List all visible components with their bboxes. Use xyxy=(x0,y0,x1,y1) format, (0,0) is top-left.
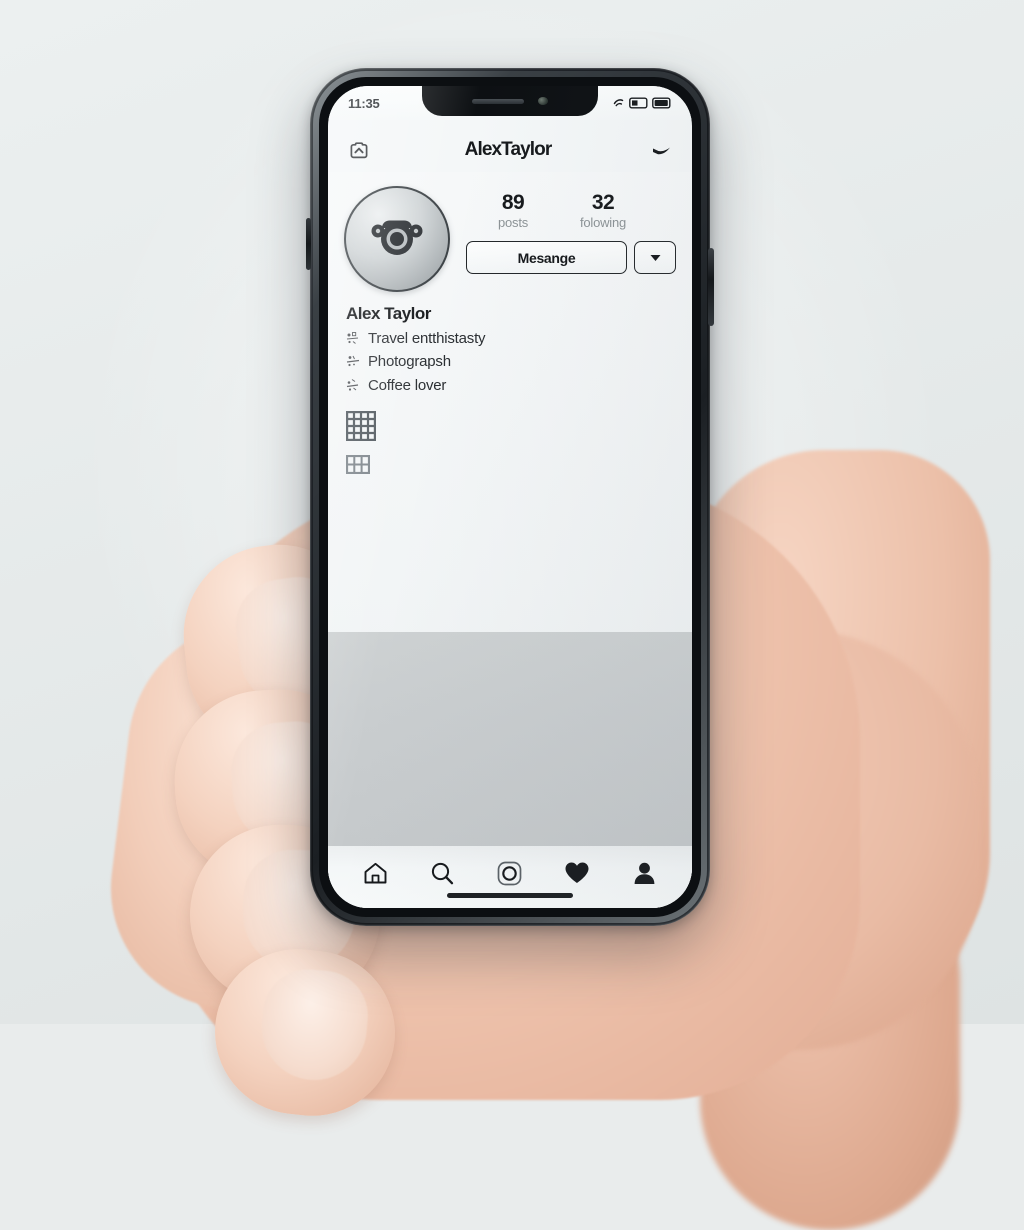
bio-line-text: Coffee lover xyxy=(368,376,447,394)
sparkle-glyph-icon xyxy=(346,354,361,369)
bottom-navigation xyxy=(328,846,692,908)
stat-posts-number: 89 xyxy=(501,191,525,214)
home-indicator-bar[interactable] xyxy=(447,893,573,898)
avatar[interactable] xyxy=(344,186,450,292)
wifi-icon xyxy=(613,97,626,110)
home-icon xyxy=(364,862,387,883)
bio-line-text: Travel entthistasty xyxy=(368,330,486,347)
nav-reels[interactable] xyxy=(488,856,532,890)
scene: 11:35 AlexTaylor 89 posts 32 folowing Me… xyxy=(0,0,1024,1230)
grid-4x4-icon xyxy=(346,410,376,441)
badge-chevron-up-icon[interactable] xyxy=(346,137,372,163)
stats-row: 89 posts 32 folowing xyxy=(464,191,676,231)
app-header: AlexTaylor xyxy=(328,128,692,172)
grid-3x2-icon xyxy=(346,454,370,474)
more-options-button[interactable] xyxy=(634,241,676,275)
power-button[interactable] xyxy=(708,248,714,326)
profile-person-icon xyxy=(634,862,655,884)
stat-following[interactable]: 32 folowing xyxy=(572,191,634,231)
action-buttons-row: Mesange xyxy=(464,241,676,275)
battery-outline-icon xyxy=(629,97,649,109)
earpiece-speaker-icon xyxy=(472,98,524,104)
hand-palm-shadow xyxy=(700,850,960,1230)
fingernail-pinky xyxy=(257,965,372,1085)
bio-line: Travel entthistasty xyxy=(346,327,676,350)
checkmark-swoosh-icon[interactable] xyxy=(648,137,674,163)
phone-device: 11:35 AlexTaylor 89 posts 32 folowing Me… xyxy=(306,68,714,926)
bio-line: Coffee lover xyxy=(346,374,676,397)
profile-tabs xyxy=(328,397,692,474)
status-time: 11:35 xyxy=(348,95,380,111)
nav-profile[interactable] xyxy=(622,856,666,890)
stat-following-number: 32 xyxy=(591,191,615,214)
front-camera-icon xyxy=(538,97,548,105)
page-title: AlexTaylor xyxy=(464,139,553,160)
bio-line-text: Photograpsh xyxy=(368,353,451,371)
stat-posts-label: posts xyxy=(497,215,529,231)
bio-display-name: Alex Taylor xyxy=(346,304,431,323)
profile-content: 89 posts 32 folowing Mesange Alex Taylor… xyxy=(328,172,692,908)
hand-back xyxy=(690,450,990,1010)
battery-filled-icon xyxy=(652,97,672,109)
tab-grid-posts[interactable] xyxy=(346,410,692,441)
message-button[interactable]: Mesange xyxy=(466,241,627,275)
phone-screen: 11:35 AlexTaylor 89 posts 32 folowing Me… xyxy=(328,86,692,908)
camera-lens-avatar-icon xyxy=(371,220,423,255)
finger-pinky xyxy=(206,941,404,1124)
stats-and-actions: 89 posts 32 folowing Mesange xyxy=(450,186,676,275)
caret-down-icon xyxy=(650,255,660,262)
stat-following-label: folowing xyxy=(579,215,627,231)
nav-activity[interactable] xyxy=(555,856,599,890)
status-icons xyxy=(613,97,672,110)
reels-camera-icon xyxy=(498,861,522,885)
volume-button[interactable] xyxy=(306,218,311,270)
bio-line: Photograpsh xyxy=(346,350,676,373)
tab-grid-tagged[interactable] xyxy=(346,454,692,474)
notch xyxy=(422,86,598,116)
stat-posts[interactable]: 89 posts xyxy=(482,191,544,231)
sparkle-glyph-icon xyxy=(346,378,361,393)
heart-icon xyxy=(565,862,589,883)
profile-header-row: 89 posts 32 folowing Mesange xyxy=(328,172,692,292)
nav-search[interactable] xyxy=(421,856,465,890)
nav-home[interactable] xyxy=(354,856,398,890)
posts-grid-area[interactable] xyxy=(328,632,692,846)
bio-section: Alex Taylor Travel entthistasty Photogra… xyxy=(328,292,692,397)
sparkle-glyph-icon xyxy=(346,331,361,346)
search-icon xyxy=(432,862,454,884)
